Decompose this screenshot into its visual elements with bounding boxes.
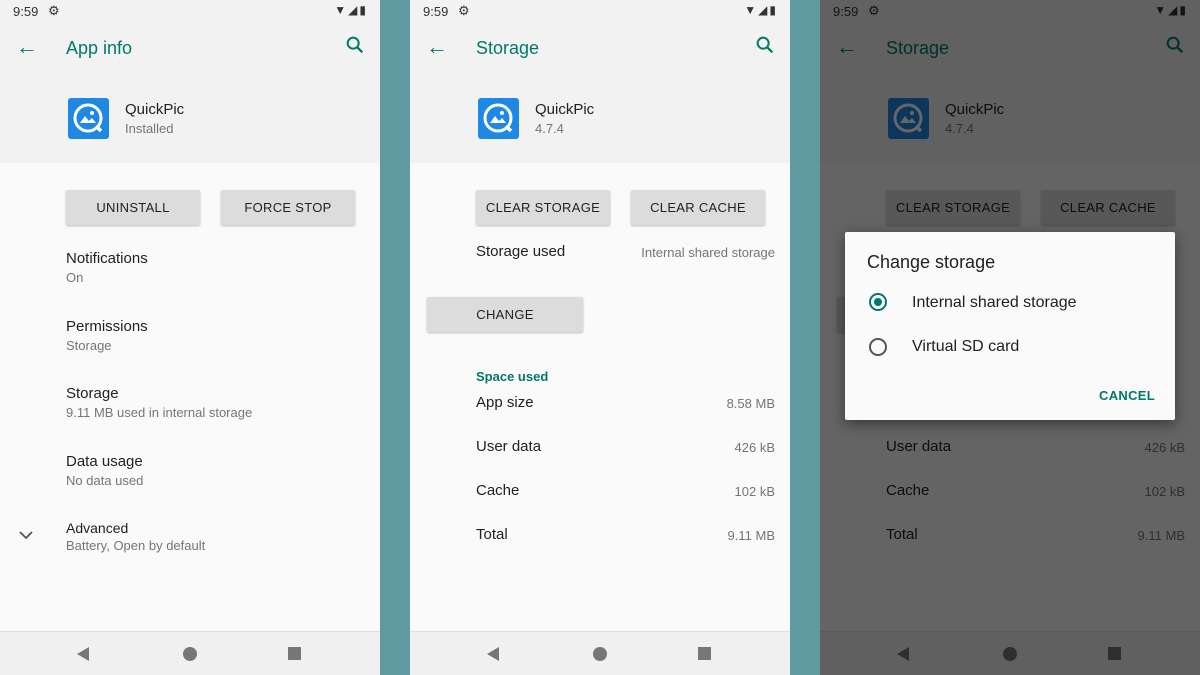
setting-subtitle: 9.11 MB used in internal storage: [66, 405, 253, 420]
setting-subtitle: Battery, Open by default: [66, 538, 206, 553]
space-value: 8.58 MB: [726, 396, 775, 411]
nav-back-icon[interactable]: [77, 647, 89, 661]
search-icon[interactable]: [344, 34, 366, 56]
space-label: App size: [476, 394, 534, 411]
app-header: QuickPic 4.7.4: [410, 77, 790, 163]
space-label: User data: [476, 438, 542, 455]
nav-home-icon[interactable]: [183, 647, 197, 661]
space-used-header: Space used: [476, 369, 549, 384]
setting-subtitle: No data used: [66, 473, 144, 488]
app-name: QuickPic: [125, 101, 185, 118]
back-arrow-icon[interactable]: ←: [426, 34, 448, 60]
space-value: 102 kB: [734, 484, 775, 499]
app-header: QuickPic Installed: [0, 77, 380, 163]
phone-change-storage-dialog: 9:59 ⚙ ▼◢▮ ← Storage QuickPic 4.7.4 CLEA…: [820, 0, 1200, 675]
space-label: Cache: [476, 482, 520, 499]
radio-selected-icon[interactable]: [869, 293, 887, 311]
settings-gear-icon: ⚙: [458, 3, 470, 18]
storage-used-label: Storage used: [476, 243, 566, 260]
clear-cache-button[interactable]: CLEAR CACHE: [631, 190, 765, 225]
setting-subtitle: Storage: [66, 338, 112, 353]
settings-gear-icon: ⚙: [48, 3, 60, 18]
uninstall-button[interactable]: UNINSTALL: [66, 190, 200, 225]
phone-storage: 9:59 ⚙ ▼◢▮ ← Storage QuickPic 4.7.4 CLEA…: [410, 0, 790, 675]
space-value: 9.11 MB: [727, 528, 775, 543]
cancel-button[interactable]: CANCEL: [1099, 388, 1155, 403]
setting-title: Permissions: [66, 318, 148, 335]
app-version: 4.7.4: [535, 121, 564, 136]
change-button[interactable]: CHANGE: [427, 297, 583, 332]
setting-subtitle: On: [66, 270, 84, 285]
chevron-down-icon: [19, 531, 33, 540]
storage-used-value: Internal shared storage: [641, 245, 775, 260]
nav-recents-icon[interactable]: [698, 647, 711, 660]
navigation-bar: [410, 631, 790, 675]
phone-app-info: 9:59 ⚙ ▼◢▮ ← App info QuickPic Installed…: [0, 0, 380, 675]
status-time: 9:59: [13, 4, 39, 19]
space-value: 426 kB: [734, 440, 775, 455]
option-label: Internal shared storage: [912, 294, 1077, 311]
status-bar: 9:59 ⚙ ▼◢▮: [410, 0, 790, 22]
change-storage-dialog: Change storage Internal shared storage V…: [845, 232, 1175, 420]
clear-storage-button[interactable]: CLEAR STORAGE: [476, 190, 610, 225]
search-icon[interactable]: [754, 34, 776, 56]
option-label: Virtual SD card: [912, 338, 1020, 355]
nav-back-icon[interactable]: [487, 647, 499, 661]
navigation-bar: [0, 631, 380, 675]
app-bar: ← Storage: [410, 22, 790, 77]
quickpic-app-icon: [68, 98, 109, 139]
nav-home-icon[interactable]: [593, 647, 607, 661]
app-status: Installed: [125, 121, 174, 136]
setting-title: Data usage: [66, 453, 143, 470]
force-stop-button[interactable]: FORCE STOP: [221, 190, 355, 225]
status-bar: 9:59 ⚙ ▼◢▮: [0, 0, 380, 22]
status-time: 9:59: [423, 4, 449, 19]
dialog-title: Change storage: [867, 252, 996, 272]
radio-unselected-icon[interactable]: [869, 338, 887, 356]
setting-title: Notifications: [66, 250, 148, 267]
page-title: Storage: [476, 38, 540, 58]
back-arrow-icon[interactable]: ←: [16, 34, 38, 60]
nav-recents-icon[interactable]: [288, 647, 301, 660]
system-status-icons: ▼◢▮: [744, 3, 778, 17]
app-bar: ← App info: [0, 22, 380, 77]
setting-title: Advanced: [66, 520, 129, 536]
app-name: QuickPic: [535, 101, 595, 118]
space-label: Total: [476, 526, 508, 543]
system-status-icons: ▼◢▮: [334, 3, 368, 17]
page-title: App info: [66, 38, 133, 58]
setting-title: Storage: [66, 385, 119, 402]
quickpic-app-icon: [478, 98, 519, 139]
